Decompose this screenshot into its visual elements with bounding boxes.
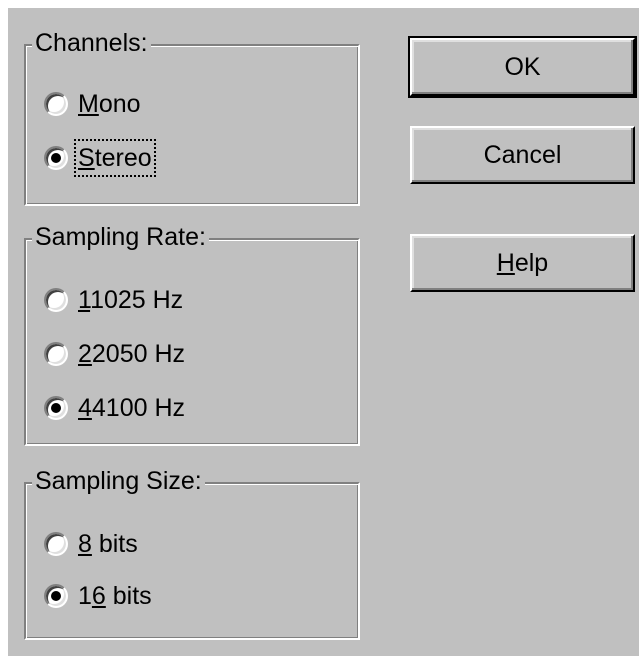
rate-11025-radio[interactable] xyxy=(44,288,68,312)
rate-44100-label: 44100 Hz xyxy=(78,394,186,422)
size-8bit-radio[interactable] xyxy=(44,532,68,556)
mono-label: Mono xyxy=(78,90,141,118)
cancel-button[interactable]: Cancel xyxy=(410,126,635,184)
rate-22050-radio[interactable] xyxy=(44,342,68,366)
size-8bit-option[interactable]: 8 bits xyxy=(44,526,140,562)
rate-22050-label: 22050 Hz xyxy=(78,340,186,368)
mono-radio[interactable] xyxy=(44,92,68,116)
sampling-rate-group: Sampling Rate: 11025 Hz 22050 Hz 44100 H… xyxy=(24,220,360,446)
stereo-label: Stereo xyxy=(74,139,156,177)
ok-button[interactable]: OK xyxy=(408,36,637,98)
help-button[interactable]: Help xyxy=(410,234,635,292)
audio-format-dialog: Channels: Mono Stereo Sampling Rate: 110… xyxy=(0,0,639,656)
sampling-size-group: Sampling Size: 8 bits 16 bits xyxy=(24,464,360,640)
size-16bit-option[interactable]: 16 bits xyxy=(44,578,154,614)
channels-legend: Channels: xyxy=(32,26,151,60)
rate-44100-option[interactable]: 44100 Hz xyxy=(44,390,187,426)
dialog-top-edge xyxy=(0,0,639,8)
size-16bit-label: 16 bits xyxy=(78,582,152,610)
rate-22050-option[interactable]: 22050 Hz xyxy=(44,336,187,372)
channels-group: Channels: Mono Stereo xyxy=(24,26,360,206)
stereo-radio-option[interactable]: Stereo xyxy=(44,139,156,177)
stereo-radio[interactable] xyxy=(44,146,68,170)
sampling-size-legend: Sampling Size: xyxy=(32,464,205,498)
rate-11025-option[interactable]: 11025 Hz xyxy=(44,282,185,318)
rate-44100-radio[interactable] xyxy=(44,396,68,420)
dialog-left-edge xyxy=(0,0,8,656)
size-16bit-radio[interactable] xyxy=(44,584,68,608)
size-8bit-label: 8 bits xyxy=(78,530,138,558)
rate-11025-label: 11025 Hz xyxy=(78,286,184,314)
sampling-rate-legend: Sampling Rate: xyxy=(32,220,209,254)
mono-radio-option[interactable]: Mono xyxy=(44,86,143,122)
